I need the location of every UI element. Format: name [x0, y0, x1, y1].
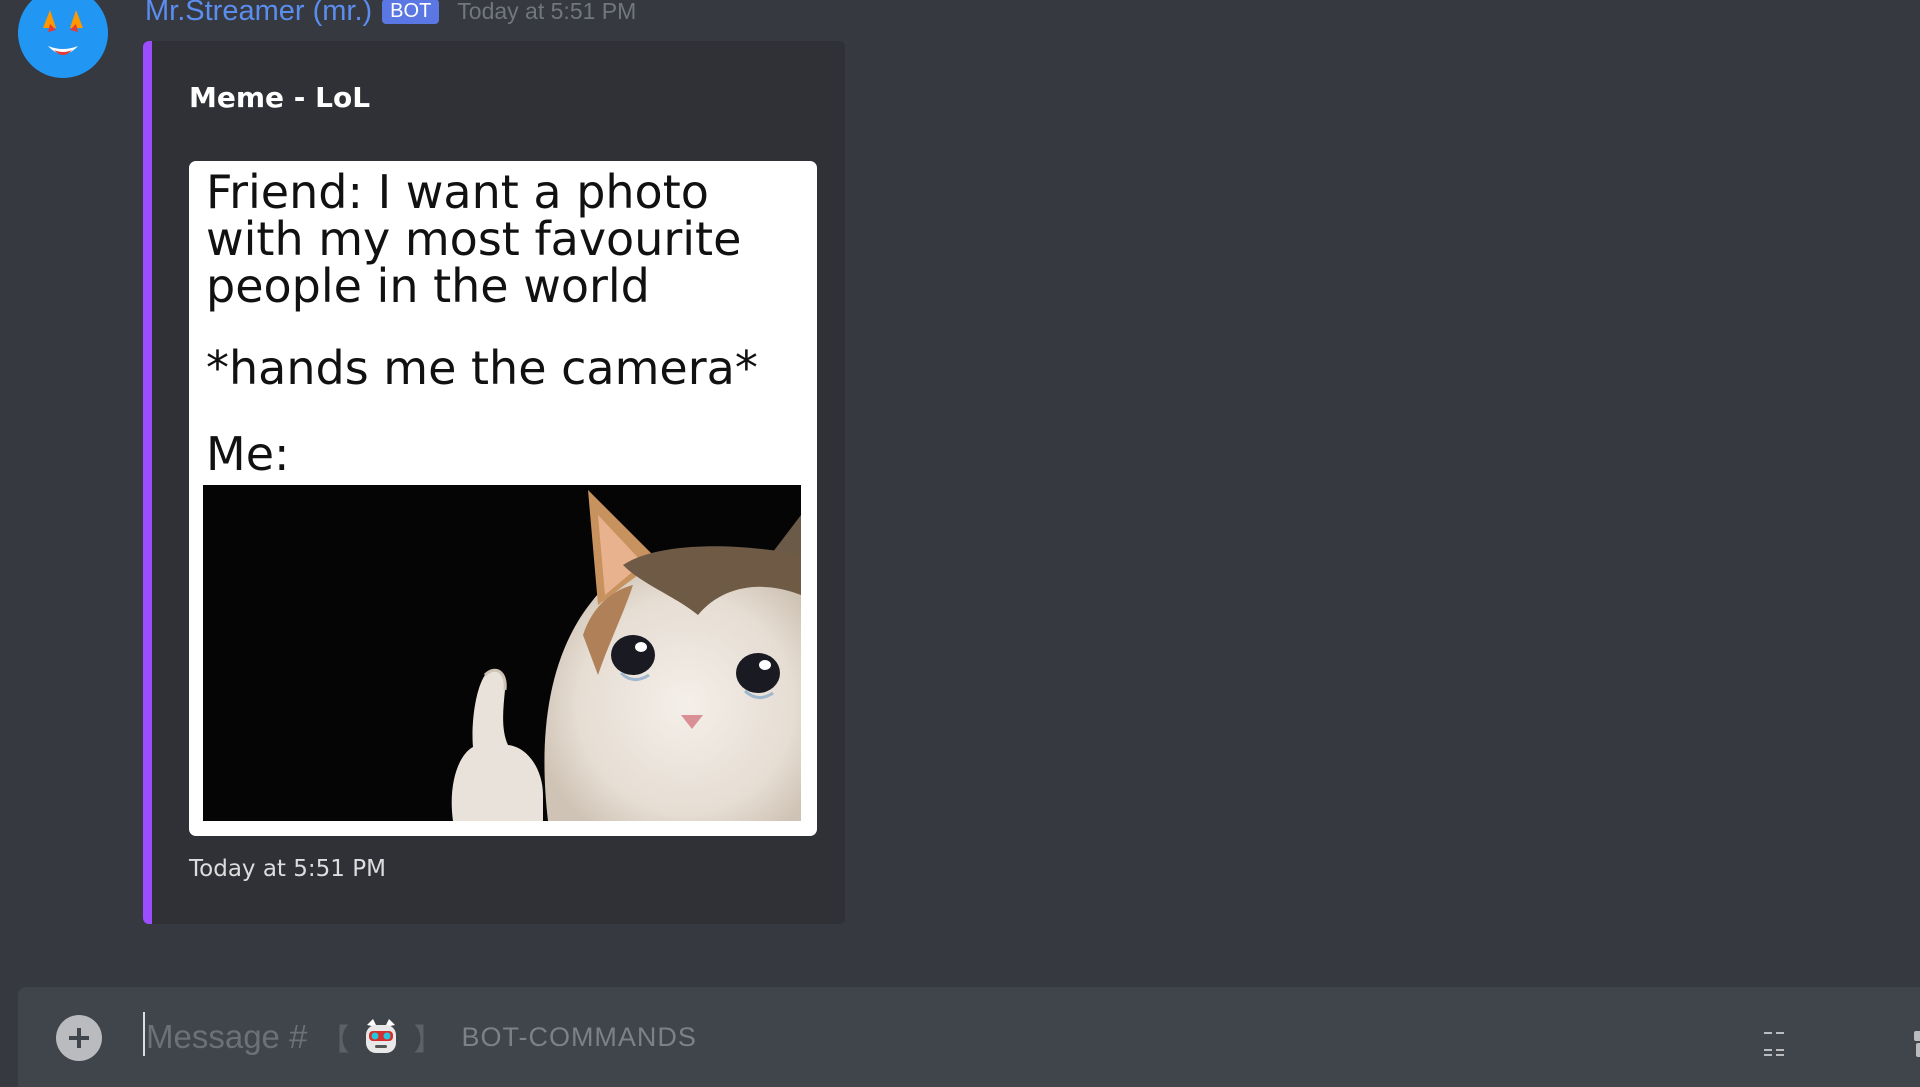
placeholder-prefix: Message # — [146, 1018, 308, 1055]
embed-image[interactable]: Friend: I want a photo with my most favo… — [189, 161, 817, 836]
embed-footer-timestamp: Today at 5:51 PM — [189, 856, 386, 882]
add-attachment-button[interactable] — [56, 1015, 102, 1061]
message-input-placeholder[interactable]: Message # 【 】 BOT-COMMANDS — [146, 1015, 697, 1059]
gif-icon[interactable] — [1762, 1029, 1788, 1059]
message-input-bar[interactable]: Message # 【 】 BOT-COMMANDS — [18, 987, 1920, 1087]
channel-name: BOT-COMMANDS — [461, 1021, 697, 1052]
bracket-close: 】 — [413, 1024, 444, 1057]
devil-emoji-avatar-icon — [18, 0, 108, 78]
bot-tag: BOT — [382, 0, 440, 24]
embed-title: Meme - LoL — [189, 81, 371, 114]
meme-me-text: Me: — [206, 427, 290, 481]
crying-cat-thumbs-up-image — [203, 485, 801, 821]
gift-icon[interactable] — [1910, 1019, 1920, 1059]
username[interactable]: Mr.Streamer (mr.) — [145, 0, 372, 28]
message-header: Mr.Streamer (mr.) BOT Today at 5:51 PM — [145, 0, 636, 28]
user-avatar[interactable] — [18, 0, 108, 78]
message-timestamp: Today at 5:51 PM — [457, 0, 637, 24]
message-embed: Meme - LoL Friend: I want a photo with m… — [143, 41, 845, 924]
robot-face-icon — [366, 1019, 397, 1053]
meme-action-text: *hands me the camera* — [206, 341, 758, 395]
meme-caption: Friend: I want a photo with my most favo… — [206, 165, 742, 313]
plus-circle-icon — [69, 1028, 89, 1048]
bracket-open: 【 — [319, 1024, 350, 1057]
chat-area: Mr.Streamer (mr.) BOT Today at 5:51 PM M… — [0, 0, 1920, 1087]
text-caret — [143, 1012, 145, 1056]
